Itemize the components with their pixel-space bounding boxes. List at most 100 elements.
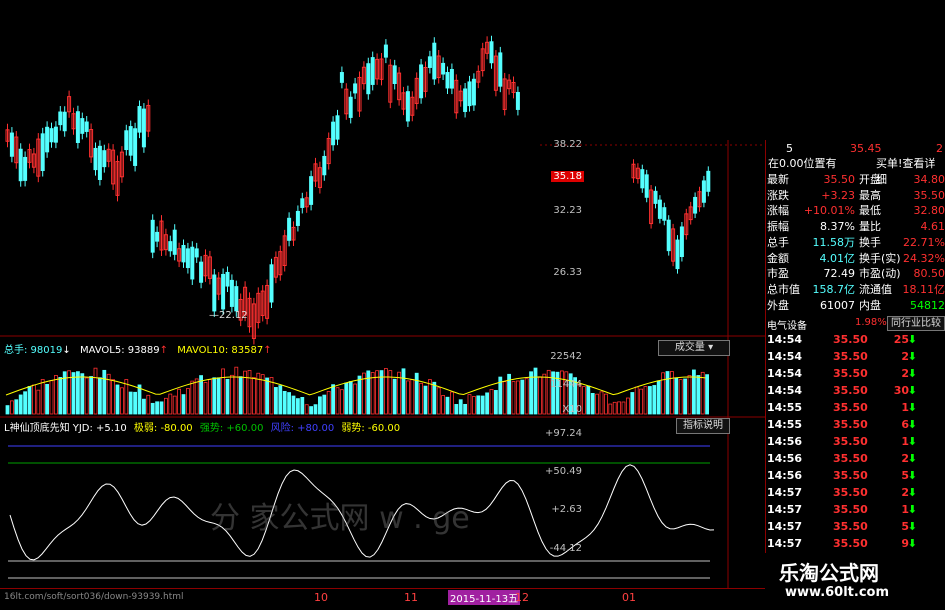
arrow-down-icon: ⬇ [908,467,917,484]
stat-label: 最高 [859,189,881,202]
tick-price: 35.50 [833,484,868,501]
stat-label: 金额 [767,252,789,265]
date-tick-4: 01 [622,591,636,604]
tick-volume: 25 [894,331,909,348]
arrow-down-icon: ⬇ [908,535,917,552]
stat-label: 内盘 [859,299,881,312]
indicator-name: L神仙顶底先知 YJD: +5.10 [4,423,127,434]
stat-value: 34.80 [914,173,945,186]
stat-label: 涨幅 [767,204,789,217]
stat-row: 总手 11.58万换手 22.71% [767,236,945,249]
mavol5: MAVOL5: 93889 [80,345,160,356]
indicator-weakest: 极弱: -80.00 [134,423,193,434]
brand-block: 乐淘公式网 www.60lt.com [765,553,945,609]
tick-price: 35.50 [833,348,868,365]
stat-label: 最新 [767,173,789,186]
ind-tick-2: +50.49 [545,466,582,477]
tick-price: 35.50 [833,518,868,535]
stat-value: 80.50 [914,267,945,280]
tick-row: 14:5735.502⬇ [767,484,945,501]
volume-total: 总手: 98019 [4,345,62,356]
brand-url: www.60lt.com [785,585,889,600]
order-header[interactable]: 在0.00位置有 买单!查看详细 [768,155,944,168]
stat-value: 35.50 [824,173,856,186]
stat-value: 18.11亿 [903,283,945,296]
stat-row: 涨幅 +10.01% 最低 32.80 [767,204,945,217]
date-tick-1: 10 [314,591,328,604]
date-axis: 16lt.com/soft/sort036/down-93939.html 10… [0,588,765,610]
tick-price: 35.50 [833,467,868,484]
volume-indicator-button[interactable]: 成交量 ▾ [658,340,730,356]
volume-tick-2: 11444 [550,379,582,390]
date-tick-3: 12 [515,591,529,604]
stat-value: 35.50 [914,189,945,202]
indicator-strong: 强势: +60.00 [200,423,264,434]
chevron-down-icon: ▾ [708,342,713,353]
stat-value: 54812 [910,299,945,312]
stat-row: 外盘61007内盘54812 [767,299,945,312]
indicator-help-button[interactable]: 指标说明 [676,418,730,434]
stat-value: 4.01亿 [820,252,856,265]
stat-label: 振幅 [767,220,789,233]
tick-time: 14:57 [767,501,802,518]
quote-header: 5 35.45 2 [768,142,944,155]
tick-price: 35.50 [833,382,868,399]
tick-time: 14:55 [767,399,802,416]
tick-price: 35.50 [833,416,868,433]
stat-row: 最新35.50开盘34.80 [767,173,945,186]
stat-label: 外盘 [767,299,789,312]
stock-code: 5 [786,142,793,155]
tick-row: 14:5435.502⬇ [767,365,945,382]
tick-row: 14:5635.501⬇ [767,433,945,450]
stat-value: 72.49 [824,267,856,280]
order-left: 在0.00位置有 [768,155,837,171]
stat-value: 158.7亿 [813,283,856,296]
stat-label: 换手(实) [859,252,901,265]
price-tick-1: 38.22 [553,139,582,150]
industry-compare-button[interactable]: 同行业比较 [887,316,945,331]
stat-label: 量比 [859,220,881,233]
stat-label: 市盈 [767,267,789,280]
ind-tick-4: -44.12 [550,543,582,554]
watermark-text: 分 家公式网 w . ge [210,493,470,537]
stat-value: +10.01% [804,204,855,217]
arrow-down-icon: ⬇ [908,501,917,518]
stat-label: 换手 [859,236,881,249]
price-tick-2: 32.23 [553,205,582,216]
stat-value: 22.71% [903,236,945,249]
tick-time: 14:55 [767,416,802,433]
tick-row: 14:5735.509⬇ [767,535,945,552]
tick-price: 35.50 [833,535,868,552]
arrow-down-icon: ⬇ [908,484,917,501]
tick-time: 14:54 [767,348,802,365]
url-text: 16lt.com/soft/sort036/down-93939.html [4,592,184,602]
stat-value: 11.58万 [813,236,856,249]
date-cursor: 2015-11-13五 [448,590,520,605]
stat-value: 32.80 [914,204,945,217]
tick-row: 14:5435.5025⬇ [767,331,945,348]
stat-label: 总市值 [767,283,800,296]
tick-price: 35.50 [833,399,868,416]
stat-row: 总市值158.7亿流通值18.11亿 [767,283,945,296]
tick-row: 14:5635.502⬇ [767,450,945,467]
tick-row: 14:5435.502⬇ [767,348,945,365]
tick-price: 35.50 [833,450,868,467]
tick-time: 14:56 [767,450,802,467]
indicator-risk: 风险: +80.00 [271,423,335,434]
stat-row: 金额4.01亿换手(实)24.32% [767,252,945,265]
volume-header: 总手: 98019↓ MAVOL5: 93889↑ MAVOL10: 83587… [4,341,272,356]
industry-row: 电气设备 1.98% 同行业比较 [767,316,945,330]
brand-name: 乐淘公式网 [779,557,879,586]
stat-label: 最低 [859,204,881,217]
tick-price: 35.50 [833,433,868,450]
arrow-down-icon: ⬇ [908,450,917,467]
chart-area[interactable]: 38.22 35.18 32.23 26.33 —22.12 总手: 98019… [0,0,765,609]
ind-tick-1: +97.24 [545,428,582,439]
stat-row: 涨跌+3.23最高35.50 [767,189,945,202]
tick-time: 14:57 [767,484,802,501]
industry-name: 电气设备 [767,317,807,332]
tick-row: 14:5535.501⬇ [767,399,945,416]
stat-label: 总手 [767,236,789,249]
indicator-header: L神仙顶底先知 YJD: +5.10 极弱: -80.00 强势: +60.00… [4,419,400,434]
tick-time: 14:56 [767,467,802,484]
